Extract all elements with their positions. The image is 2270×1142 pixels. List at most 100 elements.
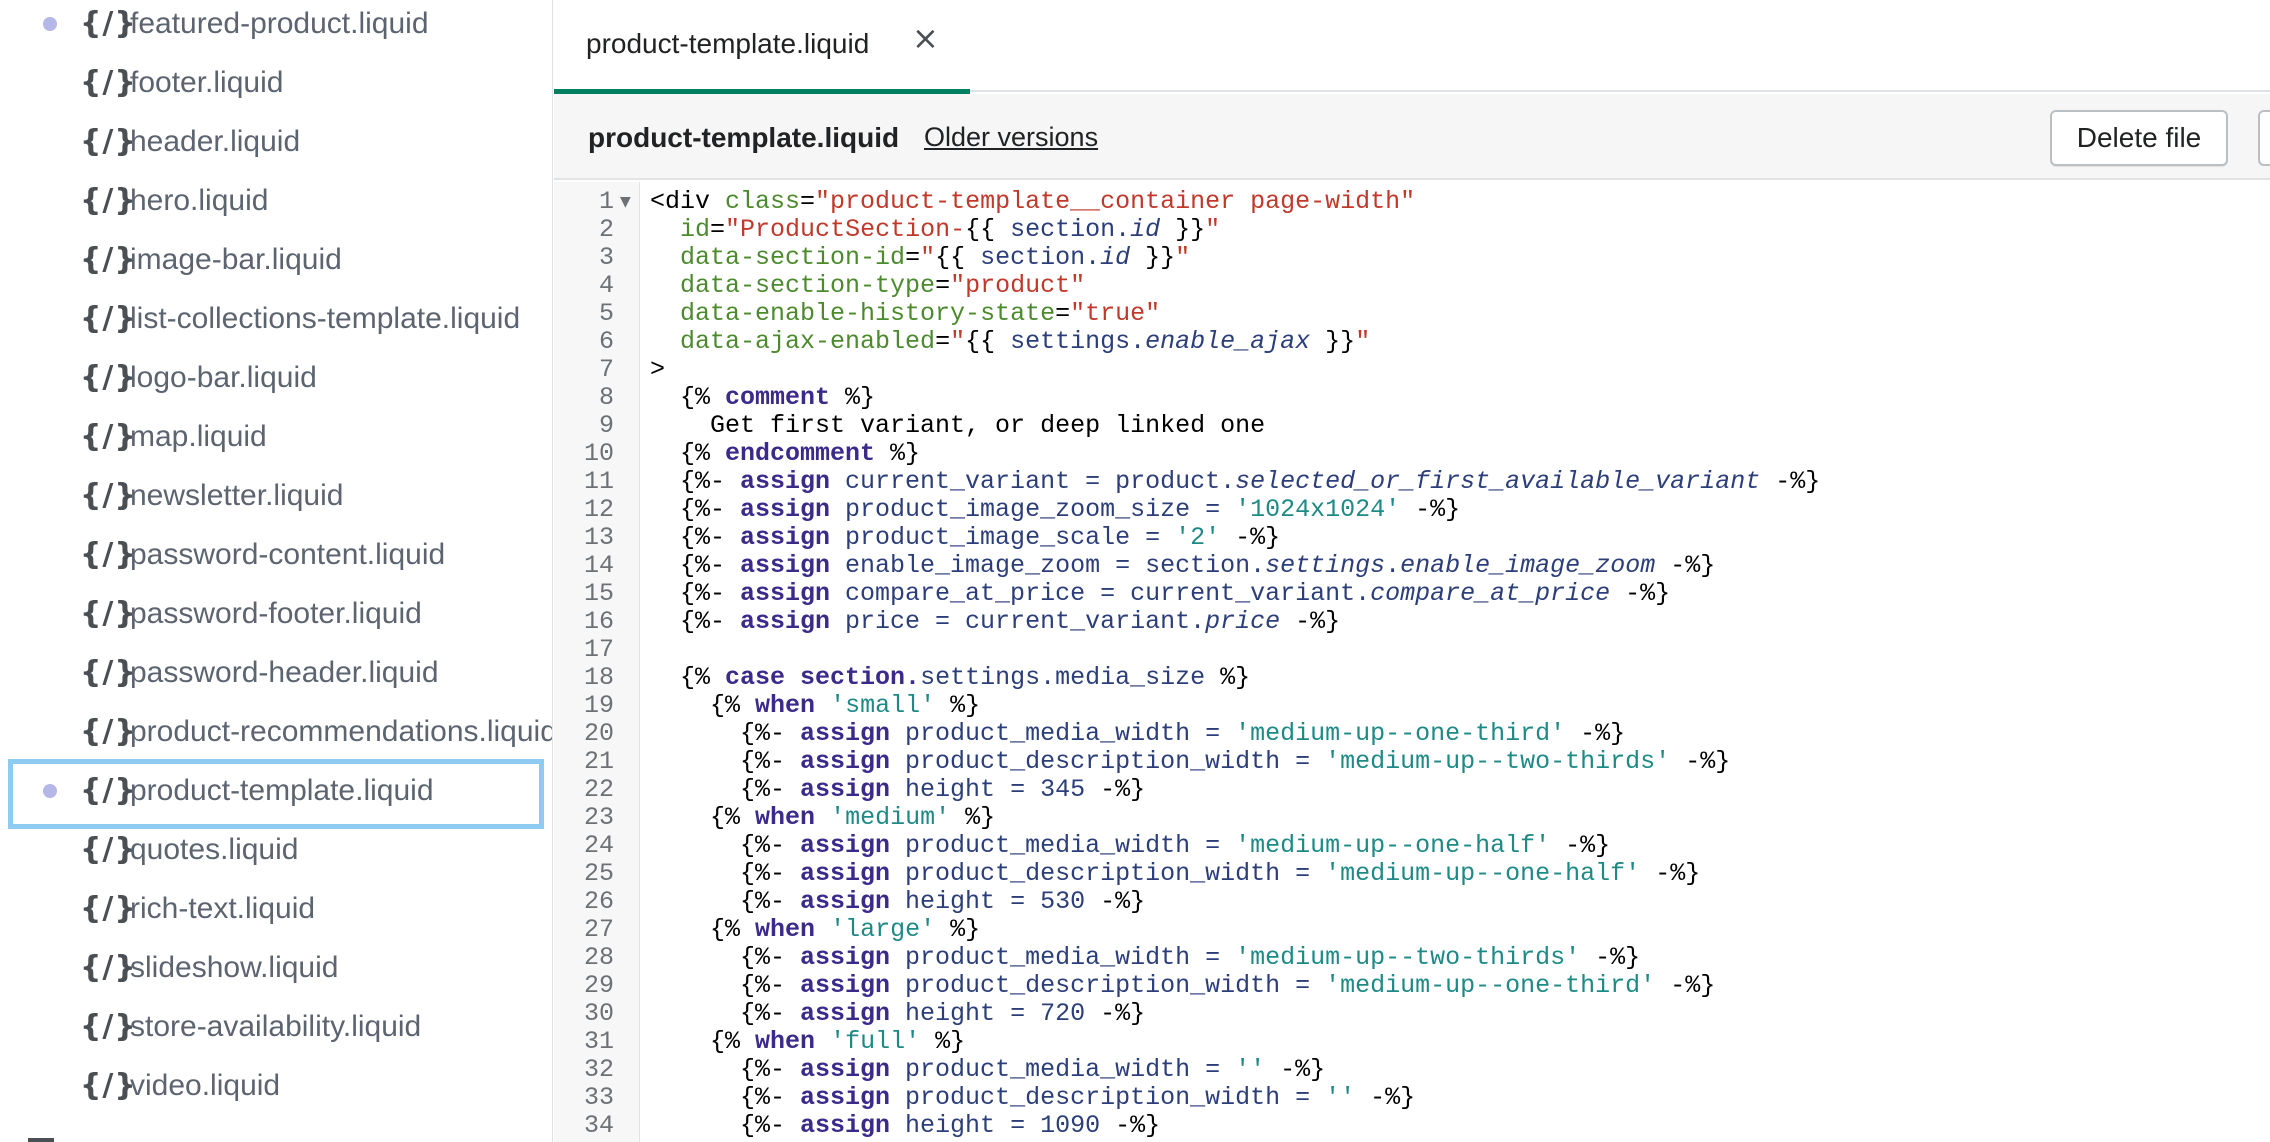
file-item[interactable]: {/} header.liquid xyxy=(0,114,552,170)
file-item[interactable]: {/} password-header.liquid xyxy=(0,645,552,701)
code-token: -%} xyxy=(1355,1083,1416,1112)
line-number: 20 xyxy=(583,719,614,748)
code-line: 32 {%- assign product_media_width = '' -… xyxy=(554,1056,2270,1084)
code-token: height = 530 xyxy=(890,887,1086,916)
file-item[interactable]: {/} product-recommendations.liquid xyxy=(0,704,553,760)
file-item[interactable]: {/} rich-text.liquid xyxy=(0,881,552,937)
folder-chevron-icon[interactable] xyxy=(28,1138,54,1142)
code-line: 26 {%- assign height = 530 -%} xyxy=(554,888,2270,916)
code-token: 'full' xyxy=(830,1027,921,1056)
file-name: product-recommendations.liquid xyxy=(130,715,553,748)
code-line: 2 id="ProductSection-{{ section.id }}" xyxy=(554,216,2270,244)
code-token: when xyxy=(755,803,816,832)
code-token: assign xyxy=(800,831,891,860)
file-item[interactable]: {/} logo-bar.liquid xyxy=(0,350,552,406)
line-number: 15 xyxy=(583,579,614,608)
line-number: 23 xyxy=(583,803,614,832)
code-token: enable_image_zoom xyxy=(1400,551,1656,580)
code-token: 'large' xyxy=(830,915,936,944)
line-number: 5 xyxy=(598,299,614,328)
file-item[interactable]: {/} hero.liquid xyxy=(0,173,552,229)
code-token: assign xyxy=(800,719,891,748)
file-item[interactable]: {/} list-collections-template.liquid xyxy=(0,291,552,347)
code-token: price = current_variant. xyxy=(830,607,1206,636)
save-button[interactable] xyxy=(2258,110,2270,166)
fold-toggle-icon[interactable]: ▼ xyxy=(620,188,631,216)
code-token: height = 345 xyxy=(890,775,1086,804)
code-token: <div xyxy=(650,187,726,216)
code-token: id xyxy=(1100,243,1131,272)
file-item[interactable]: {/} store-availability.liquid xyxy=(0,999,552,1055)
line-number: 12 xyxy=(583,495,614,524)
code-token: {%- xyxy=(650,467,741,496)
code-token: section. xyxy=(1010,215,1131,244)
code-token: enable_image_zoom = section. xyxy=(830,551,1266,580)
file-item[interactable]: {/} image-bar.liquid xyxy=(0,232,552,288)
file-item[interactable]: {/} quotes.liquid xyxy=(0,822,552,878)
code-token: -%} xyxy=(1085,999,1146,1028)
liquid-file-icon: {/} xyxy=(80,182,137,218)
code-token: {%- xyxy=(650,859,801,888)
line-number: 25 xyxy=(583,859,614,888)
close-icon[interactable]: × xyxy=(912,22,939,54)
code-token: {{ xyxy=(965,327,1011,356)
tab-product-template[interactable]: product-template.liquid × xyxy=(554,0,970,94)
line-number: 27 xyxy=(583,915,614,944)
code-token: assign xyxy=(800,943,891,972)
code-token: product_image_zoom_size = xyxy=(830,495,1236,524)
code-token: assign xyxy=(800,1083,891,1112)
file-title: product-template.liquid xyxy=(588,122,900,153)
code-token: 'medium-up--one-half' xyxy=(1235,831,1551,860)
file-item[interactable]: {/} password-footer.liquid xyxy=(0,586,552,642)
code-token: " xyxy=(920,243,936,272)
code-token: when xyxy=(755,691,816,720)
code-token: settings. xyxy=(1010,327,1146,356)
file-item[interactable]: {/} product-template.liquid xyxy=(0,759,552,829)
file-item[interactable]: {/} map.liquid xyxy=(0,409,552,465)
file-name: password-footer.liquid xyxy=(130,597,422,630)
code-token: -%} xyxy=(1610,579,1671,608)
code-token: product_description_width = xyxy=(890,971,1326,1000)
code-token: class xyxy=(725,187,801,216)
older-versions-link[interactable]: Older versions xyxy=(924,122,1098,153)
code-token: {% xyxy=(650,803,756,832)
file-item[interactable]: {/} newsletter.liquid xyxy=(0,468,552,524)
code-token: %} xyxy=(950,803,996,832)
code-token: = xyxy=(935,271,951,300)
file-item[interactable]: {/} password-content.liquid xyxy=(0,527,552,583)
code-token: -%} xyxy=(1655,551,1716,580)
code-text: {% when 'small' %} xyxy=(650,692,980,720)
code-token: -%} xyxy=(1760,467,1821,496)
code-token: {{ xyxy=(935,243,981,272)
file-item[interactable]: {/} footer.liquid xyxy=(0,55,552,111)
code-token: %} xyxy=(935,915,981,944)
code-token: -%} xyxy=(1640,859,1701,888)
liquid-file-icon: {/} xyxy=(80,418,137,454)
code-text: {%- assign height = 530 -%} xyxy=(650,888,1145,916)
line-number: 16 xyxy=(583,607,614,636)
code-editor[interactable]: 1 ▼ <div class="product-template__containe… xyxy=(554,182,2270,1142)
file-item[interactable]: {/} slideshow.liquid xyxy=(0,940,552,996)
code-token: = xyxy=(800,187,816,216)
delete-file-button[interactable]: Delete file xyxy=(2050,110,2228,166)
file-item[interactable]: {/} video.liquid xyxy=(0,1058,552,1114)
code-line: 30 {%- assign height = 720 -%} xyxy=(554,1000,2270,1028)
file-name: logo-bar.liquid xyxy=(130,361,317,394)
code-line: 18 {% case section.settings.media_size %… xyxy=(554,664,2270,692)
code-text: {%- assign height = 720 -%} xyxy=(650,1000,1145,1028)
code-token: product_media_width = xyxy=(890,1055,1236,1084)
code-token: = xyxy=(1055,299,1071,328)
liquid-file-icon: {/} xyxy=(80,831,137,867)
file-name: newsletter.liquid xyxy=(130,479,344,512)
file-item[interactable]: {/} featured-product.liquid xyxy=(0,0,552,52)
code-token: section. xyxy=(980,243,1101,272)
code-token: {% xyxy=(650,663,726,692)
liquid-file-icon: {/} xyxy=(80,949,137,985)
code-token: %} xyxy=(920,1027,966,1056)
code-token: assign xyxy=(740,495,831,524)
code-token: {{ xyxy=(965,215,1011,244)
code-token: data-enable-history-state xyxy=(680,299,1056,328)
code-token: {%- xyxy=(650,607,741,636)
